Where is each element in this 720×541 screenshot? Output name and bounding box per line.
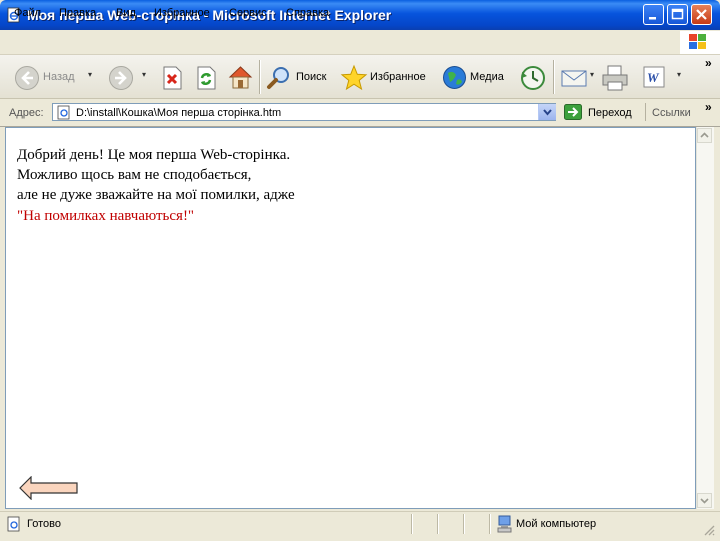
- status-bar: [0, 511, 720, 541]
- ie-page-icon: [7, 516, 20, 532]
- stop-icon[interactable]: [161, 66, 183, 90]
- address-label: Адрес:: [9, 107, 44, 119]
- mail-dropdown-icon[interactable]: ▾: [590, 70, 594, 79]
- menu-file[interactable]: Файл: [14, 7, 41, 19]
- menu-bar: [0, 30, 720, 55]
- back-icon[interactable]: [14, 65, 40, 91]
- back-button-label[interactable]: Назад: [43, 71, 75, 83]
- status-divider: [489, 514, 490, 534]
- toolbar-separator: [645, 103, 646, 121]
- menu-tools[interactable]: Сервис: [229, 7, 267, 19]
- ie-page-icon: [57, 105, 70, 120]
- menu-favorites[interactable]: Избранное: [154, 7, 210, 19]
- chevron-down-icon: [543, 109, 552, 116]
- toolbar-overflow-chevron[interactable]: »: [705, 56, 712, 70]
- forward-icon[interactable]: [108, 65, 134, 91]
- address-value[interactable]: D:\install\Кошка\Моя перша сторінка.htm: [76, 107, 281, 119]
- computer-icon: [497, 515, 512, 533]
- menu-edit[interactable]: Правка: [59, 7, 96, 19]
- status-divider: [463, 514, 464, 534]
- status-text: Готово: [27, 518, 61, 530]
- forward-dropdown-icon[interactable]: ▾: [142, 70, 146, 79]
- minimize-icon: [649, 17, 656, 20]
- toolbar-separator: [259, 60, 260, 94]
- vertical-scrollbar[interactable]: [696, 127, 714, 509]
- page-content-area[interactable]: [5, 127, 696, 509]
- mail-icon[interactable]: [560, 66, 588, 90]
- close-button[interactable]: [691, 4, 712, 25]
- favorites-icon[interactable]: [340, 64, 368, 92]
- menu-help[interactable]: Справка: [286, 7, 329, 19]
- edit-dropdown-icon[interactable]: ▾: [677, 70, 681, 79]
- chevron-up-icon: [700, 132, 709, 138]
- chevron-down-icon: [700, 498, 709, 504]
- refresh-icon[interactable]: [195, 66, 217, 90]
- maximize-button[interactable]: [667, 4, 688, 25]
- back-arrow-icon[interactable]: [19, 476, 79, 500]
- search-button-label[interactable]: Поиск: [296, 71, 326, 83]
- status-divider: [411, 514, 412, 534]
- word-edit-icon[interactable]: W: [643, 66, 665, 88]
- security-zone-text: Мой компьютер: [516, 518, 597, 530]
- print-icon[interactable]: [600, 64, 630, 92]
- status-divider: [437, 514, 438, 534]
- menu-view[interactable]: Вид: [116, 7, 136, 19]
- page-text-line-3: але не дуже зважайте на мої помилки, адж…: [17, 187, 295, 203]
- maximize-icon: [671, 8, 684, 20]
- scroll-up-button[interactable]: [697, 128, 712, 143]
- go-arrow-icon[interactable]: [564, 104, 582, 120]
- search-icon[interactable]: [265, 64, 293, 92]
- windows-logo-icon: [680, 31, 720, 54]
- links-overflow-chevron[interactable]: »: [705, 100, 712, 114]
- home-icon[interactable]: [227, 64, 254, 91]
- back-dropdown-icon[interactable]: ▾: [88, 70, 92, 79]
- scroll-down-button[interactable]: [697, 493, 712, 508]
- page-text-line-1: Добрий день! Це моя перша Web-сторінка.: [17, 147, 291, 163]
- close-icon: [696, 9, 707, 20]
- links-label[interactable]: Ссылки: [652, 107, 691, 119]
- go-button-label[interactable]: Переход: [588, 107, 632, 119]
- page-quote-line: "На помилках навчаються!": [17, 208, 195, 224]
- toolbar-separator: [553, 60, 554, 94]
- media-icon[interactable]: [441, 64, 468, 91]
- media-button-label[interactable]: Медиа: [470, 71, 504, 83]
- favorites-button-label[interactable]: Избранное: [370, 71, 426, 83]
- minimize-button[interactable]: [643, 4, 664, 25]
- resize-grip-icon[interactable]: [703, 524, 715, 536]
- history-icon[interactable]: [519, 64, 547, 92]
- page-text-line-2: Можливо щось вам не сподобається,: [17, 167, 252, 183]
- svg-text:W: W: [647, 70, 660, 85]
- address-dropdown-button[interactable]: [538, 104, 556, 120]
